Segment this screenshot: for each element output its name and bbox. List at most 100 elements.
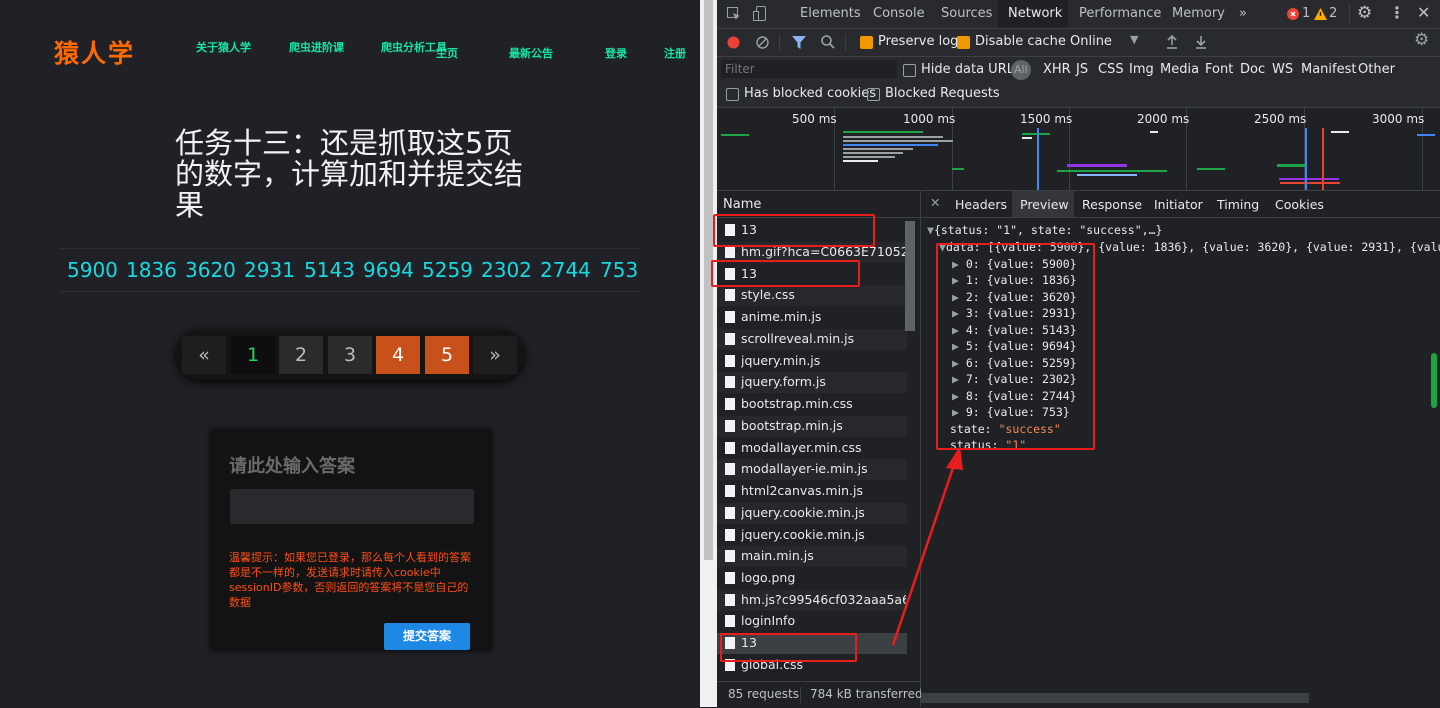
throttling-select[interactable]: Online <box>1070 34 1112 49</box>
detail-tab-timing[interactable]: Timing <box>1217 197 1259 212</box>
type-filter-ws[interactable]: WS <box>1272 62 1293 77</box>
type-filter-all[interactable]: All <box>1014 63 1028 76</box>
chevron-down-icon[interactable]: ▼ <box>1130 33 1138 46</box>
type-filter-js[interactable]: JS <box>1076 62 1088 77</box>
page-4-button[interactable]: 4 <box>376 336 420 374</box>
site-logo[interactable]: 猿人学 <box>54 34 135 70</box>
settings-gear-icon[interactable]: ⚙ <box>1357 3 1372 23</box>
page-5-button[interactable]: 5 <box>425 336 469 374</box>
request-row[interactable]: bootstrap.min.js <box>717 416 907 437</box>
request-row[interactable]: loginInfo <box>717 611 907 632</box>
close-detail-icon[interactable]: ✕ <box>930 195 940 210</box>
hide-data-urls-checkbox[interactable] <box>903 64 916 77</box>
more-tabs-button[interactable]: » <box>1239 6 1247 21</box>
request-row[interactable]: jquery.cookie.min.js <box>717 503 907 524</box>
preserve-log-checkbox[interactable] <box>860 36 873 49</box>
type-filter-img[interactable]: Img <box>1129 62 1154 77</box>
request-row[interactable]: main.min.js <box>717 546 907 567</box>
answer-input[interactable] <box>230 489 474 524</box>
type-filter-other[interactable]: Other <box>1358 62 1395 77</box>
page-prev-button[interactable]: « <box>182 336 226 374</box>
detail-tabbar: ✕ Headers Preview Response Initiator Tim… <box>921 191 1440 218</box>
tabbar-separator <box>1349 4 1350 24</box>
nav-login[interactable]: 登录 <box>605 45 627 61</box>
type-filter-doc[interactable]: Doc <box>1240 62 1265 77</box>
warning-icon[interactable] <box>1314 8 1327 20</box>
filter-icon[interactable] <box>792 36 806 49</box>
nav-home[interactable]: 主页 <box>436 45 458 61</box>
detail-tab-preview[interactable]: Preview <box>1020 197 1069 212</box>
detail-tab-cookies[interactable]: Cookies <box>1275 197 1324 212</box>
type-filter-manifest[interactable]: Manifest <box>1301 62 1356 77</box>
type-filter-media[interactable]: Media <box>1160 62 1199 77</box>
preserve-log-label: Preserve log <box>878 34 959 49</box>
export-har-icon[interactable] <box>1195 35 1207 49</box>
page-scrollbar[interactable] <box>700 0 717 707</box>
import-har-icon[interactable] <box>1166 35 1178 49</box>
request-row[interactable]: html2canvas.min.js <box>717 481 907 502</box>
page-2-button[interactable]: 2 <box>279 336 323 374</box>
network-overview-timeline[interactable]: 500 ms 1000 ms 1500 ms 2000 ms 2500 ms 3… <box>717 108 1440 191</box>
nav-about[interactable]: 关于猿人学 <box>196 39 251 55</box>
tab-network[interactable]: Network <box>1008 6 1062 21</box>
request-row[interactable]: jquery.cookie.min.js <box>717 525 907 546</box>
page-next-button[interactable]: » <box>473 336 517 374</box>
request-row[interactable]: logo.png <box>717 568 907 589</box>
detail-tab-response[interactable]: Response <box>1082 197 1142 212</box>
request-name: anime.min.js <box>741 309 822 324</box>
disable-cache-label: Disable cache <box>975 34 1066 49</box>
task-title: 任务十三：还是抓取这5页的数字，计算加和并提交结果 <box>175 126 524 222</box>
request-row[interactable]: style.css <box>717 285 907 306</box>
record-icon[interactable] <box>727 36 740 49</box>
page-1-button[interactable]: 1 <box>231 336 275 374</box>
disable-cache-checkbox[interactable] <box>957 36 970 49</box>
page-3-button[interactable]: 3 <box>328 336 372 374</box>
filter-input[interactable] <box>721 60 897 78</box>
tab-performance[interactable]: Performance <box>1079 6 1161 21</box>
request-list-scrollbar[interactable] <box>905 221 915 331</box>
request-row[interactable]: modallayer.min.css <box>717 438 907 459</box>
number-item: 2931 <box>244 258 295 282</box>
error-count[interactable]: 1 <box>1302 6 1310 21</box>
error-icon[interactable] <box>1287 8 1299 20</box>
clear-icon[interactable] <box>756 36 769 49</box>
file-icon <box>725 463 735 475</box>
close-devtools-icon[interactable]: ✕ <box>1417 3 1430 22</box>
network-settings-gear-icon[interactable]: ⚙ <box>1414 30 1429 50</box>
request-row[interactable]: jquery.min.js <box>717 351 907 372</box>
tab-elements[interactable]: Elements <box>800 6 861 21</box>
detail-tab-initiator[interactable]: Initiator <box>1154 197 1203 212</box>
preview-horizontal-scrollbar[interactable] <box>921 693 1309 703</box>
request-row[interactable]: modallayer-ie.min.js <box>717 459 907 480</box>
request-row[interactable]: anime.min.js <box>717 307 907 328</box>
type-filter-font[interactable]: Font <box>1205 62 1233 77</box>
preview-scrollbar-indicator[interactable] <box>1431 353 1437 408</box>
request-row[interactable]: bootstrap.min.css <box>717 394 907 415</box>
type-filter-css[interactable]: CSS <box>1098 62 1124 77</box>
has-blocked-cookies-checkbox[interactable] <box>726 88 739 101</box>
json-root-node[interactable]: ▼{status: "1", state: "success",…} <box>927 223 1162 237</box>
type-filter-xhr[interactable]: XHR <box>1043 62 1071 77</box>
nav-course[interactable]: 爬虫进阶课 <box>289 39 344 55</box>
timeline-label: 2000 ms <box>1137 112 1190 126</box>
request-row[interactable]: scrollreveal.min.js <box>717 329 907 350</box>
nav-register[interactable]: 注册 <box>664 45 686 61</box>
inspect-icon[interactable] <box>727 7 741 21</box>
nav-announcements[interactable]: 最新公告 <box>509 45 553 61</box>
kebab-menu-icon[interactable]: ⋮ <box>1389 3 1405 22</box>
tab-sources[interactable]: Sources <box>941 6 992 21</box>
name-header-label: Name <box>723 197 762 212</box>
request-row[interactable]: hm.js?c99546cf032aaa5a6792 <box>717 590 907 611</box>
submit-answer-button[interactable]: 提交答案 <box>384 623 470 650</box>
blocked-requests-checkbox[interactable] <box>867 88 880 101</box>
tab-console[interactable]: Console <box>873 6 925 21</box>
search-icon[interactable] <box>821 35 835 49</box>
timeline-label: 3000 ms <box>1372 112 1425 126</box>
number-item: 5143 <box>304 258 355 282</box>
detail-tab-headers[interactable]: Headers <box>955 197 1007 212</box>
hide-data-urls-label: Hide data URLs <box>921 62 1021 77</box>
request-row[interactable]: jquery.form.js <box>717 372 907 393</box>
tab-memory[interactable]: Memory <box>1172 6 1225 21</box>
device-toolbar-icon[interactable] <box>753 6 767 22</box>
warning-count[interactable]: 2 <box>1329 6 1337 21</box>
